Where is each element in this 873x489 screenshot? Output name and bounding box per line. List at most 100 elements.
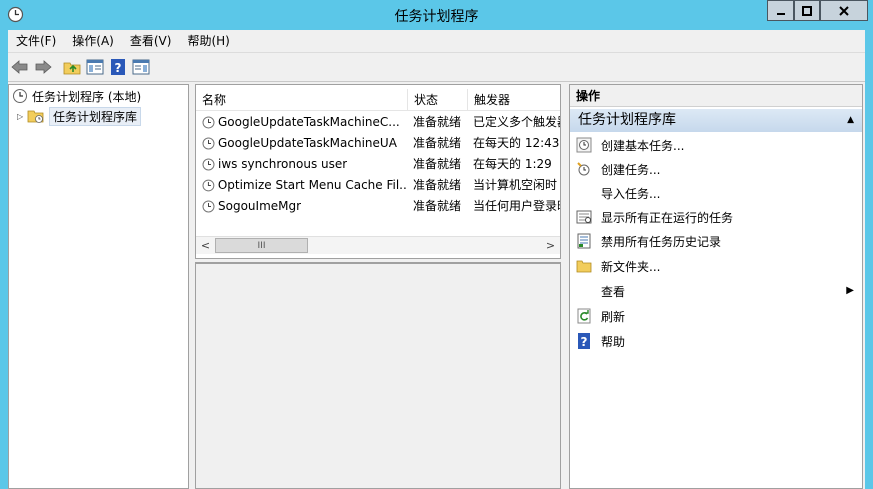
action-show-running-tasks[interactable]: 显示所有正在运行的任务 [570,205,862,229]
action-label: 帮助 [601,334,626,349]
task-clock-icon [202,116,215,129]
window-title: 任务计划程序 [394,9,479,25]
minimize-icon [776,12,785,15]
action-disable-history[interactable]: 禁用所有任务历史记录 [570,229,862,253]
forward-arrow-icon [35,60,52,74]
task-name: Optimize Start Menu Cache Fil... [217,178,408,192]
task-name: GoogleUpdateTaskMachineUA [218,136,397,150]
show-hide-tree-icon [86,59,104,75]
menu-file[interactable]: 文件(F) [8,30,64,53]
help-icon: ? [111,59,125,75]
menu-action[interactable]: 操作(A) [64,30,122,53]
task-name: GoogleUpdateTaskMachineC... [218,115,400,129]
actions-section-title: 任务计划程序库 [578,112,676,128]
task-list: 名称 状态 触发器 GoogleUpdateTaskMachineC... 准备… [195,84,561,259]
minimize-button[interactable] [767,0,794,21]
task-trigger: 当计算机空闲时 [473,178,558,192]
main-area: 任务计划程序 (本地) ▷ 任务计划程序库 名称 状态 触发器 GoogleUp… [8,82,865,489]
create-basic-task-icon [576,137,592,153]
action-label: 禁用所有任务历史记录 [601,234,722,249]
actions-splitter[interactable] [561,84,569,489]
action-label: 刷新 [601,309,626,324]
menu-bar: 文件(F) 操作(A) 查看(V) 帮助(H) [8,30,865,53]
collapse-arrow-icon[interactable]: ▲ [847,109,854,132]
action-label: 创建任务... [601,162,661,177]
task-status: 准备就绪 [413,199,462,213]
column-header-status[interactable]: 状态 [408,89,468,111]
table-row[interactable]: GoogleUpdateTaskMachineC... 准备就绪 已定义多个触发… [196,112,560,133]
task-name: iws synchronous user [218,157,348,171]
column-header-trigger[interactable]: 触发器 [468,89,560,111]
action-label: 创建基本任务... [601,138,685,153]
actions-pane: 操作 任务计划程序库 ▲ 创建基本任务... 创建任务... 导入任务... 显… [569,84,863,489]
up-folder-button[interactable] [62,57,82,77]
back-button[interactable] [10,57,30,77]
task-trigger: 在每天的 12:43 [473,136,560,150]
tree-root-label: 任务计划程序 (本地) [32,89,142,104]
scroll-left-icon[interactable]: < [197,237,214,254]
table-row[interactable]: SogouImeMgr 准备就绪 当任何用户登录时 [196,196,561,217]
tree-item-task-library[interactable]: ▷ 任务计划程序库 [17,106,142,126]
help-button[interactable]: ? [108,57,128,77]
action-label: 查看 [601,284,626,299]
task-trigger: 在每天的 1:29 [473,157,552,171]
tree-splitter[interactable] [189,84,194,489]
scroll-right-icon[interactable]: > [542,237,559,254]
scroll-thumb[interactable]: III [215,238,308,253]
actions-header: 操作 [570,85,862,107]
horizontal-scrollbar[interactable]: < III > [196,236,560,254]
forward-button[interactable] [33,57,53,77]
action-view[interactable]: 查看 ▶ [570,279,862,303]
up-folder-icon [63,62,81,75]
task-status: 准备就绪 [413,136,462,150]
history-icon [576,233,592,249]
help-icon: ? [576,333,592,349]
action-refresh[interactable]: 刷新 [570,304,862,328]
refresh-icon [576,308,592,324]
action-create-task[interactable]: 创建任务... [570,157,862,181]
task-trigger: 当任何用户登录时 [473,199,561,213]
tree-root[interactable]: 任务计划程序 (本地) [12,87,141,105]
expand-arrow-icon[interactable]: ▷ [17,112,27,121]
menu-view[interactable]: 查看(V) [122,30,180,53]
actions-section-header[interactable]: 任务计划程序库 ▲ [570,109,862,132]
new-folder-icon [576,258,592,274]
task-status: 准备就绪 [413,157,462,171]
task-status: 准备就绪 [413,178,462,192]
tree-item-label: 任务计划程序库 [49,106,142,126]
title-bar: 任务计划程序 [0,0,873,30]
folder-clock-icon [27,110,44,123]
task-status: 准备就绪 [413,115,462,129]
list-header: 名称 状态 触发器 [196,89,560,111]
task-clock-icon [202,179,215,192]
column-header-name[interactable]: 名称 [196,89,408,111]
task-clock-icon [202,200,215,213]
action-label: 显示所有正在运行的任务 [601,210,734,225]
clock-icon [13,89,27,103]
action-create-basic-task[interactable]: 创建基本任务... [570,133,862,157]
close-icon [839,5,849,16]
running-tasks-icon [576,209,592,225]
task-detail-pane [195,262,561,489]
svg-text:?: ? [581,335,588,349]
maximize-button[interactable] [794,0,820,21]
table-row[interactable]: iws synchronous user 准备就绪 在每天的 1:29 [196,154,560,175]
task-clock-icon [202,158,215,171]
action-import-task[interactable]: 导入任务... [570,181,862,205]
action-help[interactable]: ? 帮助 [570,329,862,353]
svg-text:?: ? [115,61,122,75]
menu-help[interactable]: 帮助(H) [179,30,237,53]
show-hide-tree-button[interactable] [85,57,105,77]
back-arrow-icon [11,60,28,74]
maximize-icon [802,5,812,16]
show-hide-action-pane-button[interactable] [131,57,151,77]
action-new-folder[interactable]: 新文件夹... [570,254,862,278]
action-label: 导入任务... [601,186,661,201]
table-row[interactable]: Optimize Start Menu Cache Fil... 准备就绪 当计… [196,175,560,196]
table-row[interactable]: GoogleUpdateTaskMachineUA 准备就绪 在每天的 12:4… [196,133,560,154]
navigation-tree[interactable]: 任务计划程序 (本地) ▷ 任务计划程序库 [8,84,189,489]
submenu-arrow-icon: ▶ [846,285,854,296]
task-clock-icon [202,137,215,150]
show-hide-action-pane-icon [132,59,150,75]
close-button[interactable] [820,0,868,21]
